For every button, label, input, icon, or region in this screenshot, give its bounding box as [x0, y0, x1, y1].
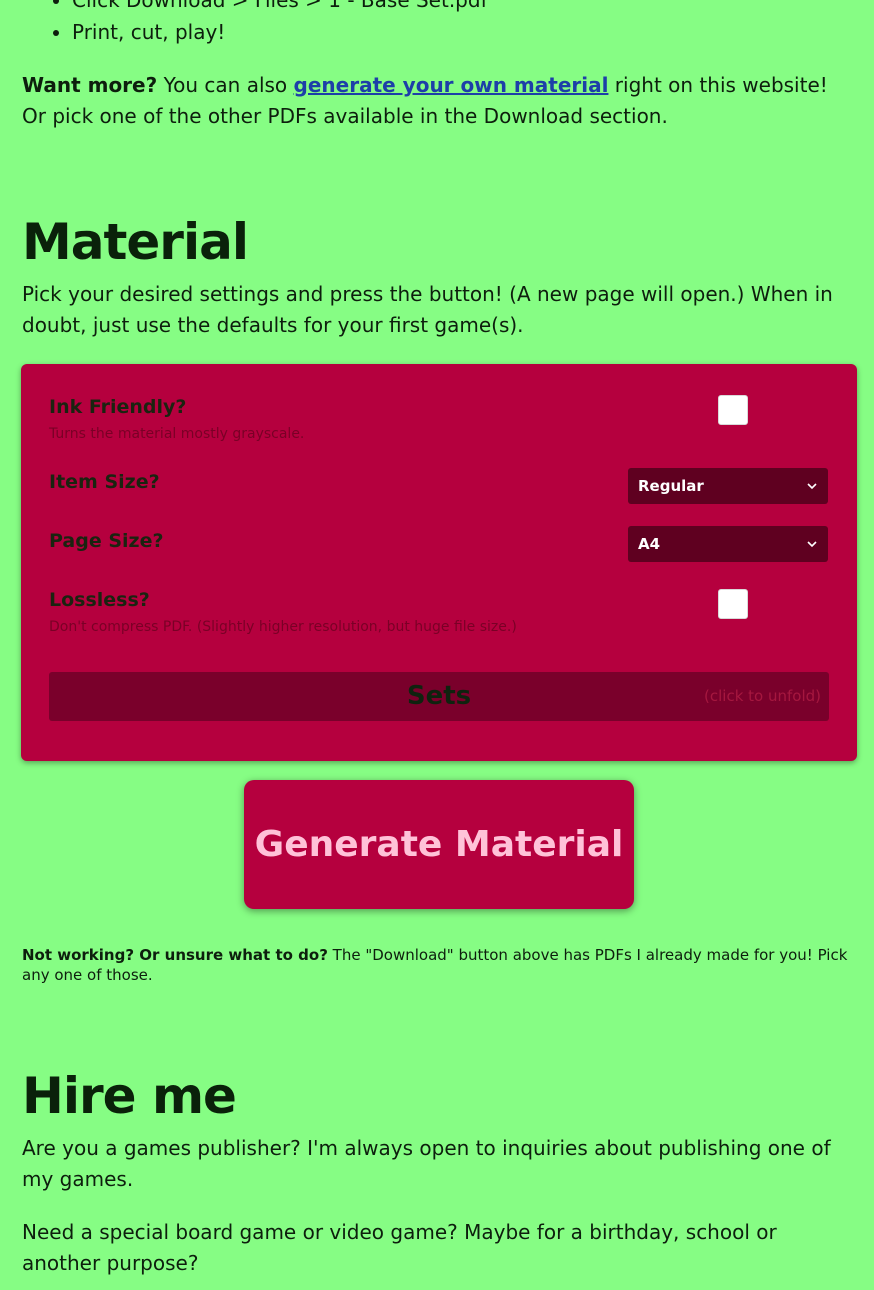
- page-size-select[interactable]: A4: [628, 526, 828, 562]
- chevron-down-icon: [807, 541, 817, 548]
- material-intro: Pick your desired settings and press the…: [22, 282, 833, 337]
- generate-material-link[interactable]: generate your own material: [294, 73, 609, 97]
- steps-list: Click Download > Files > 1 - Base Set.pd…: [22, 0, 488, 48]
- want-more-text-before: You can also: [157, 73, 294, 97]
- ink-friendly-label: Ink Friendly?: [49, 396, 187, 418]
- chevron-down-icon: [807, 483, 817, 490]
- ink-friendly-checkbox[interactable]: [718, 395, 748, 425]
- list-item: Print, cut, play!: [72, 16, 488, 48]
- settings-panel: Ink Friendly? Turns the material mostly …: [21, 364, 857, 761]
- material-heading: Material: [22, 213, 249, 271]
- want-more-lead: Want more?: [22, 73, 158, 97]
- generate-material-button[interactable]: Generate Material: [244, 780, 634, 909]
- lossless-checkbox[interactable]: [718, 589, 748, 619]
- sets-unfold-hint: (click to unfold): [704, 687, 821, 705]
- item-size-label: Item Size?: [49, 471, 160, 493]
- page: Click Download > Files > 1 - Base Set.pd…: [0, 0, 874, 1290]
- item-size-value: Regular: [638, 477, 704, 495]
- hire-heading: Hire me: [22, 1067, 237, 1125]
- help-note: Not working? Or unsure what to do? The "…: [22, 945, 852, 985]
- ink-friendly-description: Turns the material mostly grayscale.: [49, 426, 305, 442]
- sets-toggle[interactable]: Sets (click to unfold): [49, 672, 829, 721]
- hire-paragraph-publisher: Are you a games publisher? I'm always op…: [22, 1136, 831, 1191]
- page-size-label: Page Size?: [49, 530, 164, 552]
- lossless-label: Lossless?: [49, 589, 150, 611]
- want-more-paragraph: Want more? You can also generate your ow…: [22, 70, 852, 132]
- hire-paragraph-custom: Need a special board game or video game?…: [22, 1220, 777, 1275]
- lossless-description: Don't compress PDF. (Slightly higher res…: [49, 619, 517, 635]
- page-size-value: A4: [638, 535, 661, 553]
- help-note-lead: Not working? Or unsure what to do?: [22, 946, 328, 964]
- list-item: Click Download > Files > 1 - Base Set.pd…: [72, 0, 488, 16]
- item-size-select[interactable]: Regular: [628, 468, 828, 504]
